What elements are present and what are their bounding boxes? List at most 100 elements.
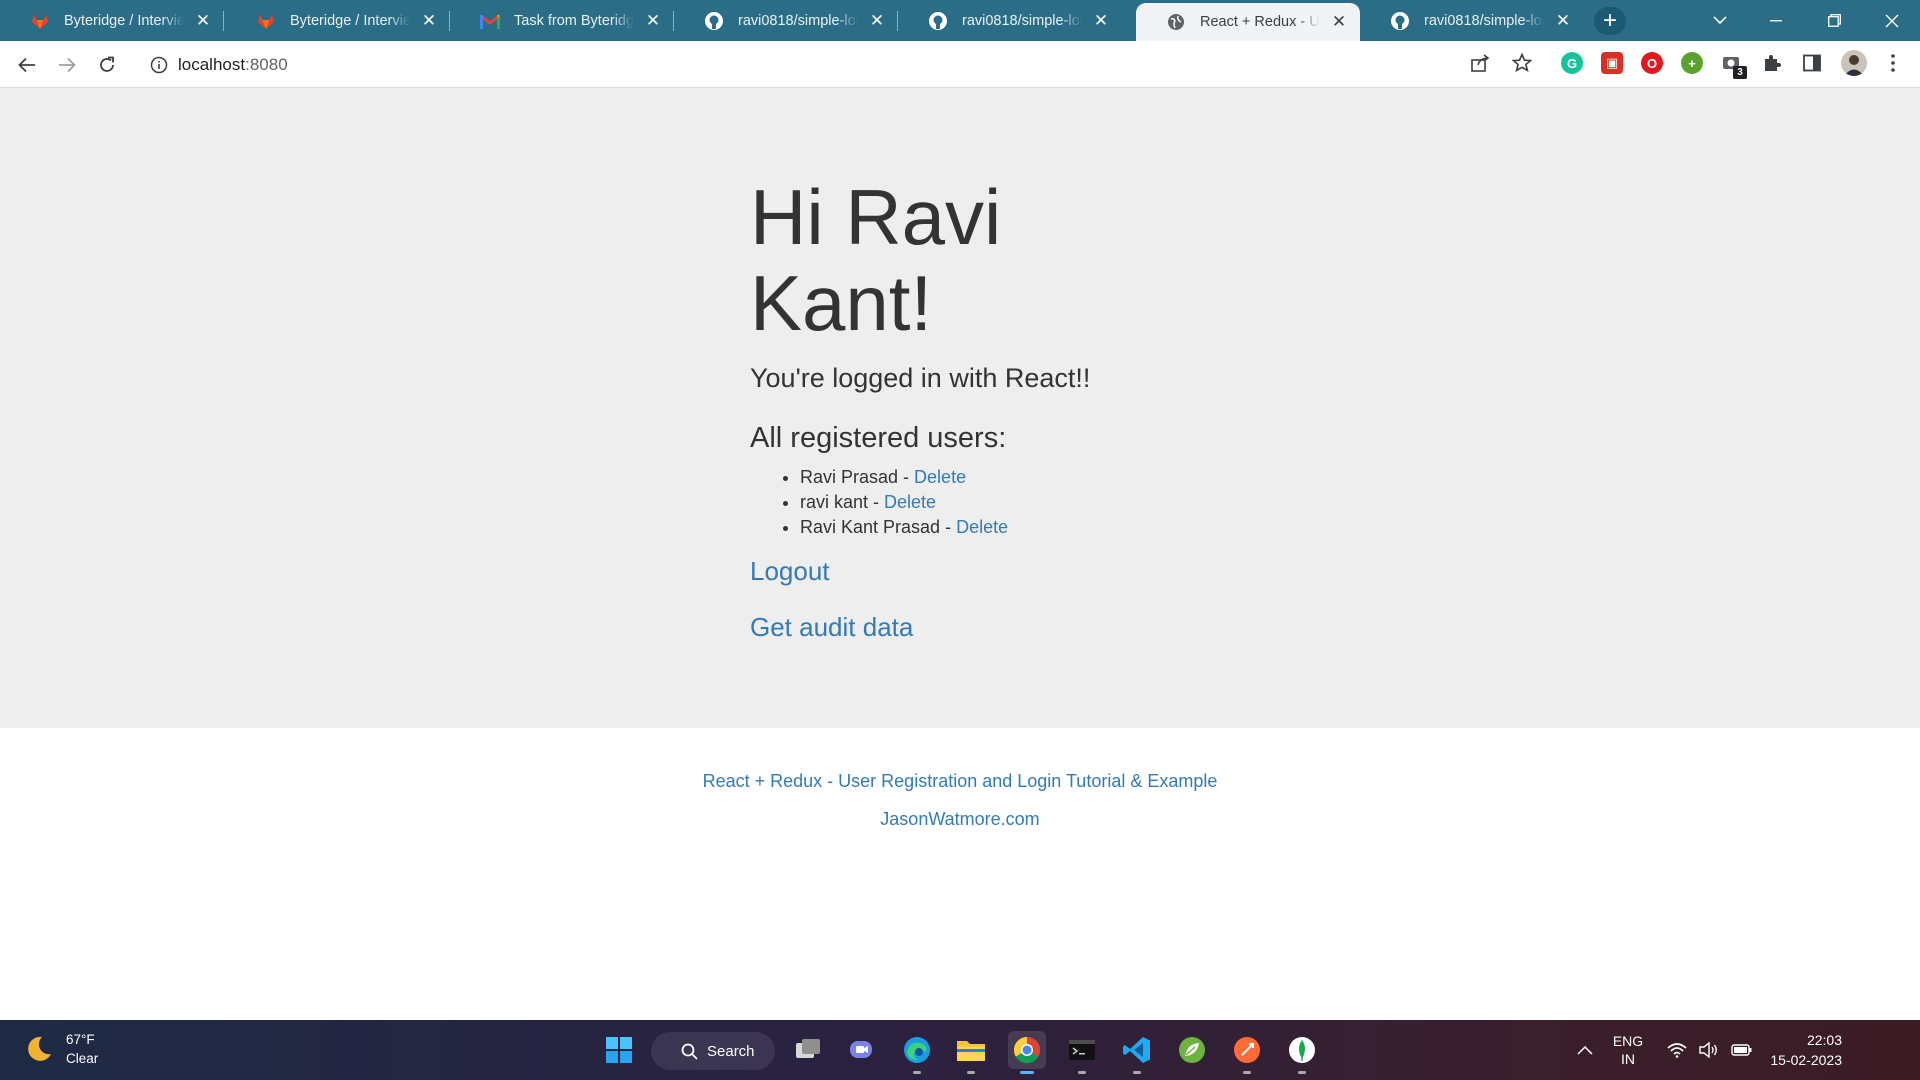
windows-taskbar: 67°F Clear Search ENG IN 22:03 15-02-202…: [0, 1020, 1920, 1080]
browser-tab-strip: Byteridge / Interviews ✕ Byteridge / Int…: [0, 0, 1920, 41]
gitlab-icon: [256, 11, 276, 31]
file-explorer-icon[interactable]: [952, 1031, 990, 1074]
github-icon: [928, 11, 948, 31]
teams-chat-icon[interactable]: [843, 1031, 881, 1069]
tab-github-simple-login-3[interactable]: ravi0818/simple-login ✕: [1360, 0, 1584, 41]
windows-start-icon[interactable]: [600, 1031, 638, 1069]
user-name: Ravi Prasad: [800, 467, 899, 487]
camera-extension-icon[interactable]: 3: [1721, 52, 1747, 79]
task-view-icon[interactable]: [789, 1031, 827, 1069]
credits-footer: React + Redux - User Registration and Lo…: [0, 762, 1920, 838]
reload-icon: [100, 56, 114, 72]
spring-tool-icon[interactable]: [1173, 1031, 1211, 1069]
show-hidden-icons-chevron[interactable]: [1570, 1020, 1600, 1080]
opera-extension-icon[interactable]: O: [1641, 52, 1663, 74]
user-separator: -: [868, 492, 885, 512]
chrome-browser-icon[interactable]: [1008, 1031, 1046, 1074]
list-item: Ravi Prasad - Delete: [800, 465, 1350, 490]
edge-browser-icon[interactable]: [898, 1031, 936, 1074]
tab-close-icon[interactable]: ✕: [1092, 11, 1110, 30]
tab-close-icon[interactable]: ✕: [644, 11, 662, 30]
clock-time: 22:03: [1806, 1032, 1842, 1048]
forward-button[interactable]: [51, 49, 83, 81]
profile-avatar[interactable]: [1841, 50, 1867, 76]
delete-user-link[interactable]: Delete: [914, 467, 966, 487]
back-button[interactable]: [11, 49, 43, 81]
gitlab-icon: [30, 11, 50, 31]
search-label: Search: [707, 1042, 755, 1060]
restore-button[interactable]: [1806, 0, 1862, 41]
users-heading: All registered users:: [750, 422, 1007, 454]
weather-condition: Clear: [66, 1051, 99, 1066]
tab-github-simple-login-1[interactable]: ravi0818/simple-login ✕: [674, 0, 898, 41]
volume-icon: [1699, 1042, 1717, 1058]
tab-github-simple-login-2[interactable]: ravi0818/simple-login ✕: [898, 0, 1122, 41]
share-icon[interactable]: [1468, 50, 1494, 76]
github-icon: [1390, 11, 1410, 31]
system-tray-status[interactable]: [1660, 1020, 1760, 1080]
github-icon: [704, 11, 724, 31]
tab-byteridge-interviews-2[interactable]: Byteridge / Interviews ✕: [226, 0, 450, 41]
weather-temperature: 67°F: [66, 1032, 95, 1047]
tab-byteridge-interviews-1[interactable]: Byteridge / Interviews ✕: [0, 0, 224, 41]
mongodb-compass-icon[interactable]: [1283, 1031, 1321, 1074]
running-indicator: [1078, 1071, 1086, 1074]
extensions-puzzle-icon[interactable]: [1761, 52, 1783, 74]
tab-search-chevron-icon[interactable]: [1692, 0, 1748, 41]
minimize-button[interactable]: [1748, 0, 1804, 41]
users-list: Ravi Prasad - Delete ravi kant - Delete …: [800, 465, 1350, 540]
url-port: :8080: [245, 54, 288, 74]
photo-extension-icon[interactable]: ▣: [1601, 52, 1623, 74]
side-panel-icon[interactable]: [1801, 52, 1823, 74]
address-url: localhost:8080: [178, 55, 288, 75]
weather-widget[interactable]: 67°F Clear: [24, 1030, 98, 1068]
running-indicator: [1133, 1071, 1141, 1074]
site-info-icon[interactable]: [150, 56, 168, 74]
forward-arrow-icon: [59, 57, 76, 73]
plus-extension-icon[interactable]: +: [1681, 52, 1703, 74]
greeting-heading: Hi Ravi Kant!: [750, 174, 1350, 346]
url-host: localhost: [178, 54, 246, 74]
extension-badge: 3: [1733, 66, 1747, 79]
moon-icon: [28, 1036, 51, 1061]
tab-close-icon[interactable]: ✕: [868, 11, 886, 30]
grammarly-extension-icon[interactable]: G: [1561, 52, 1583, 74]
web-page: Hi Ravi Kant! You're logged in with Reac…: [0, 88, 1920, 1020]
new-tab-button[interactable]: +: [1594, 7, 1626, 35]
author-link[interactable]: JasonWatmore.com: [880, 809, 1039, 829]
language-region: IN: [1621, 1051, 1635, 1067]
postman-icon[interactable]: [1228, 1031, 1266, 1074]
list-item: Ravi Kant Prasad - Delete: [800, 515, 1350, 540]
terminal-icon[interactable]: [1063, 1031, 1101, 1074]
address-bar[interactable]: localhost:8080: [136, 46, 1510, 83]
greeting-line-2: Kant!: [750, 259, 933, 347]
vscode-icon[interactable]: [1118, 1031, 1156, 1074]
language-code: ENG: [1612, 1033, 1644, 1049]
close-window-button[interactable]: [1864, 0, 1920, 41]
battery-icon: [1731, 1044, 1752, 1056]
tab-title: Task from Byteridge: F: [514, 12, 634, 29]
delete-user-link[interactable]: Delete: [956, 517, 1008, 537]
delete-user-link[interactable]: Delete: [884, 492, 936, 512]
gmail-icon: [480, 11, 500, 31]
tab-close-icon[interactable]: ✕: [1330, 12, 1348, 31]
home-content: Hi Ravi Kant! You're logged in with Reac…: [750, 174, 1350, 645]
tab-close-icon[interactable]: ✕: [194, 11, 212, 30]
tab-close-icon[interactable]: ✕: [420, 11, 438, 30]
logout-link[interactable]: Logout: [750, 553, 1350, 589]
clock-widget[interactable]: 22:03 15-02-2023: [1758, 1020, 1858, 1080]
browser-toolbar: localhost:8080 G ▣ O + 3: [0, 41, 1920, 88]
tab-react-redux-active[interactable]: React + Redux - User ✕: [1136, 3, 1360, 41]
tab-title: Byteridge / Interviews: [290, 12, 410, 29]
bookmark-star-icon[interactable]: [1509, 50, 1535, 76]
taskbar-search-button[interactable]: Search: [651, 1032, 775, 1070]
tab-close-icon[interactable]: ✕: [1554, 11, 1572, 30]
reload-button[interactable]: [91, 49, 123, 81]
input-language-indicator[interactable]: ENG IN: [1606, 1020, 1650, 1080]
get-audit-data-link[interactable]: Get audit data: [750, 609, 1350, 645]
browser-menu-icon[interactable]: [1882, 52, 1904, 74]
tab-gmail-task[interactable]: Task from Byteridge: F ✕: [450, 0, 674, 41]
running-indicator: [1243, 1071, 1251, 1074]
tutorial-link[interactable]: React + Redux - User Registration and Lo…: [703, 771, 1218, 791]
running-indicator: [967, 1071, 975, 1074]
